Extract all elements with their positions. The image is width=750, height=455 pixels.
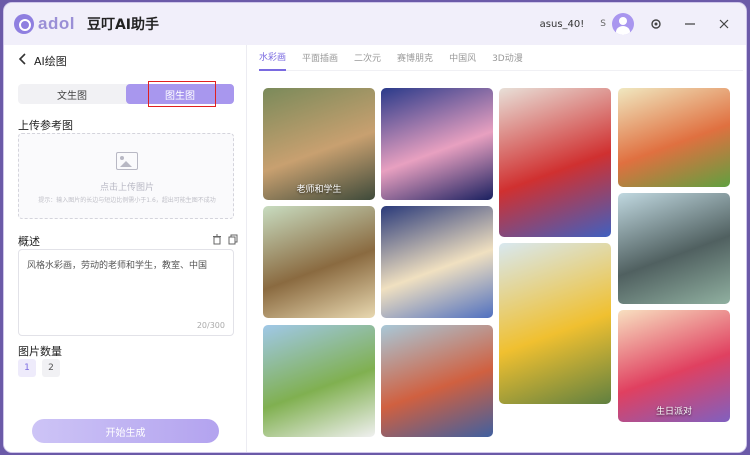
app-logo: adol bbox=[14, 14, 75, 34]
tab-watercolor[interactable]: 水彩画 bbox=[259, 45, 287, 71]
upload-label: 上传参考图 bbox=[18, 119, 73, 132]
gallery-image-teacher-students[interactable]: 老师和学生 bbox=[263, 88, 375, 200]
gallery-image-bridge-village[interactable] bbox=[618, 193, 730, 304]
mode-image-to-image[interactable]: 图生图 bbox=[126, 81, 234, 107]
mode-text-to-image[interactable]: 文生图 bbox=[18, 84, 126, 104]
minimize-icon[interactable] bbox=[678, 12, 702, 36]
back-button[interactable]: AI绘图 bbox=[18, 53, 67, 69]
style-tabs: 水彩画 平面插画 二次元 赛博朋克 中国风 3D动漫 bbox=[259, 45, 743, 71]
image-caption: 生日派对 bbox=[655, 407, 692, 417]
username-label: asus_40! bbox=[539, 18, 585, 30]
count-option-2[interactable]: 2 bbox=[42, 359, 60, 377]
gallery-image-house[interactable] bbox=[381, 325, 493, 437]
image-count-label: 图片数量 bbox=[18, 345, 62, 358]
image-caption: 老师和学生 bbox=[296, 185, 342, 195]
back-label: AI绘图 bbox=[34, 55, 67, 68]
gallery-image-birthday-party[interactable]: 生日派对 bbox=[618, 310, 730, 422]
char-count: 20/300 bbox=[196, 321, 225, 330]
tab-3d-anime[interactable]: 3D动漫 bbox=[492, 45, 523, 71]
style-gallery-panel: 水彩画 平面插画 二次元 赛博朋克 中国风 3D动漫 老师和学生 生日派对 bbox=[247, 45, 746, 452]
app-title: 豆叮AI助手 bbox=[86, 17, 159, 33]
tab-flat-illustration[interactable]: 平面插画 bbox=[302, 45, 338, 71]
avatar[interactable] bbox=[612, 13, 634, 35]
gallery-image-rocket[interactable] bbox=[381, 206, 493, 318]
gear-icon[interactable] bbox=[644, 12, 668, 36]
gallery-image-tractor-field[interactable] bbox=[499, 243, 611, 404]
upload-text: 点击上传图片 bbox=[99, 183, 154, 193]
generate-button[interactable]: 开始生成 bbox=[32, 419, 219, 443]
status-badge: S bbox=[600, 19, 606, 29]
gallery-image-park[interactable] bbox=[263, 206, 375, 318]
tab-chinese-style[interactable]: 中国风 bbox=[449, 45, 476, 71]
tab-cyberpunk[interactable]: 赛博朋克 bbox=[397, 45, 433, 71]
trash-icon[interactable] bbox=[212, 234, 222, 248]
image-upload-icon bbox=[116, 152, 138, 170]
app-window: adol 豆叮AI助手 asus_40! S AI绘图 文生图 图生图 上传参考… bbox=[4, 3, 746, 452]
close-icon[interactable] bbox=[712, 12, 736, 36]
image-gallery: 老师和学生 生日派对 bbox=[247, 71, 746, 452]
logo-icon bbox=[14, 14, 34, 34]
description-label: 概述 bbox=[18, 235, 40, 248]
upload-tip: 提示：输入图片的长边与短边比例需小于1.6，超出可能生图不成功 bbox=[38, 197, 216, 204]
gallery-image-snail[interactable] bbox=[618, 88, 730, 187]
chevron-left-icon bbox=[18, 53, 32, 69]
count-option-1[interactable]: 1 bbox=[18, 359, 36, 377]
description-textarea[interactable]: 风格水彩画，劳动的老师和学生，教室、中国 20/300 bbox=[18, 249, 234, 336]
description-text: 风格水彩画，劳动的老师和学生，教室、中国 bbox=[27, 261, 208, 271]
gallery-image-galaxy[interactable] bbox=[381, 88, 493, 200]
mode-toggle: 文生图 图生图 bbox=[18, 81, 234, 107]
gallery-image-mountains[interactable] bbox=[263, 325, 375, 437]
settings-panel: AI绘图 文生图 图生图 上传参考图 点击上传图片 提示：输入图片的长边与短边比… bbox=[4, 45, 247, 452]
upload-dropzone[interactable]: 点击上传图片 提示：输入图片的长边与短边比例需小于1.6，超出可能生图不成功 bbox=[18, 133, 234, 219]
copy-icon[interactable] bbox=[228, 234, 238, 248]
title-bar: adol 豆叮AI助手 asus_40! S bbox=[4, 3, 746, 45]
logo-text: adol bbox=[38, 14, 75, 33]
image-count-options: 1 2 bbox=[18, 359, 60, 377]
tab-anime[interactable]: 二次元 bbox=[354, 45, 381, 71]
gallery-image-robot[interactable] bbox=[499, 88, 611, 237]
